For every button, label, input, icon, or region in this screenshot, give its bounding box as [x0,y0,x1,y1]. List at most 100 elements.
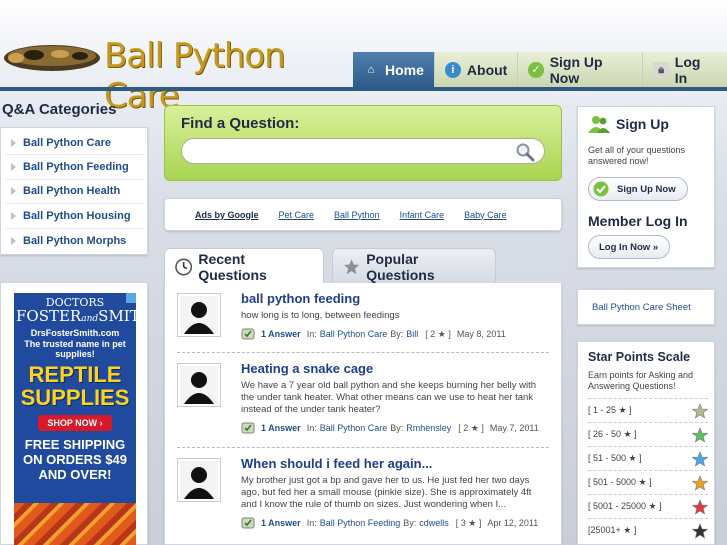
signup-box: Sign Up Get all of your questions answer… [577,106,715,268]
author-points: [ 2 ★ ] [425,328,451,339]
category-item[interactable]: Ball Python Housing [5,204,143,229]
info-icon: i [444,62,461,78]
question-body: We have a 7 year old ball python and she… [241,380,537,415]
answer-count[interactable]: 1 Answer [261,329,301,339]
answer-count[interactable]: 1 Answer [261,423,301,433]
star-levels: [ 1 - 25 ★ ] [ 26 - 50 ★ ] [ 51 - 500 ★ ] [… [588,398,708,542]
chevron-right-icon [11,163,16,172]
star-icon [692,522,708,539]
nav-about[interactable]: i About [433,52,518,88]
question-category-link[interactable]: Ball Python Care [320,423,388,433]
star-level-range: [ 501 - 5000 ★ ] [588,477,652,487]
ad-link[interactable]: Infant Care [400,210,445,220]
category-label: Ball Python Care [23,136,112,149]
question-author-link[interactable]: Rmhensley [406,423,451,433]
find-question-label: Find a Question: [181,115,300,132]
search-icon[interactable] [515,142,535,162]
chevron-right-icon [11,236,16,245]
avatar[interactable] [177,363,221,407]
star-level-range: [ 5001 - 25000 ★ ] [588,501,662,511]
avatar[interactable] [177,293,221,337]
star-level-row: [ 5001 - 25000 ★ ] [588,494,708,518]
nav-signup[interactable]: ✓ Sign Up Now [517,52,643,88]
question-category-link[interactable]: Ball Python Care [320,329,388,339]
categories-list: Ball Python Care Ball Python Feeding Bal… [0,127,148,255]
question-author-link[interactable]: cdwells [419,518,449,528]
question-date: May 7, 2011 [489,423,539,433]
star-icon [692,426,708,443]
category-label: Ball Python Feeding [23,161,129,174]
star-level-range: [ 1 - 25 ★ ] [588,405,632,415]
question-author-link[interactable]: Bill [406,329,418,339]
in-label: In: [306,423,317,433]
users-icon [588,116,610,133]
user-silhouette-icon [180,296,218,334]
by-label: By: [403,518,417,528]
category-item[interactable]: Ball Python Morphs [5,229,143,253]
tab-popular-label: Popular Questions [366,250,435,283]
nav-home-label: Home [385,62,424,78]
ad-choices-icon[interactable] [126,293,136,303]
tab-popular-questions[interactable]: Popular Questions [332,248,496,284]
google-ads-bar: Ads by Google Pet Care Ball Python Infan… [164,198,562,231]
category-item[interactable]: Ball Python Health [5,180,143,205]
ad-banner[interactable]: DOCTORS FOSTERandSMITH DrsFosterSmith.co… [14,293,136,545]
tab-recent-questions[interactable]: Recent Questions [164,248,324,284]
question-meta: 1 Answer In: Ball Python Feeding By: cdw… [241,517,549,529]
author-points: [ 3 ★ ] [455,517,482,528]
question-title[interactable]: When should i feed her again... [241,456,549,471]
question-item: Heating a snake cage We have a 7 year ol… [177,353,549,448]
sidebar-ad: DOCTORS FOSTERandSMITH DrsFosterSmith.co… [0,282,148,545]
signup-title: Sign Up [616,116,669,132]
star-level-row: [ 1 - 25 ★ ] [588,398,708,422]
category-item[interactable]: Ball Python Care [5,131,143,156]
answer-icon [241,422,255,434]
ad-link[interactable]: Ball Python [334,210,380,220]
question-category-link[interactable]: Ball Python Feeding [320,518,401,528]
clock-icon [175,258,193,275]
care-sheet-link[interactable]: Ball Python Care Sheet [577,289,715,325]
star-points-scale: Star Points Scale Earn points for Asking… [577,341,715,545]
check-icon: ✓ [528,62,544,78]
avatar[interactable] [177,458,221,502]
star-level-range: [25001+ ★ ] [588,525,637,535]
star-level-row: [25001+ ★ ] [588,518,708,542]
ad-shop-button[interactable]: SHOP NOW › [38,415,112,431]
star-level-row: [ 26 - 50 ★ ] [588,422,708,446]
signup-now-button[interactable]: Sign Up Now [588,177,688,201]
ad-link[interactable]: Pet Care [279,210,315,220]
answer-count[interactable]: 1 Answer [261,518,301,528]
question-list: ball python feeding how long is to long,… [164,283,562,545]
star-level-row: [ 501 - 5000 ★ ] [588,470,708,494]
question-date: May 8, 2011 [456,329,506,339]
ads-by-google-label[interactable]: Ads by Google [195,210,259,220]
question-title[interactable]: Heating a snake cage [241,361,549,376]
login-now-button[interactable]: Log In Now » [588,235,670,259]
star-scale-title: Star Points Scale [588,350,691,364]
nav-home[interactable]: ⌂ Home [353,52,434,88]
user-silhouette-icon [180,461,218,499]
user-silhouette-icon [180,366,218,404]
question-title[interactable]: ball python feeding [241,291,549,306]
category-label: Ball Python Health [23,185,121,198]
categories-title: Q&A Categories [2,101,117,118]
site-title: Ball Python Care [104,36,286,116]
ad-link[interactable]: Baby Care [464,210,507,220]
nav-login[interactable]: 🔒︎ Log In [642,52,727,88]
category-label: Ball Python Housing [23,209,131,222]
question-meta: 1 Answer In: Ball Python Care By: Rmhens… [241,422,549,434]
site-logo[interactable]: Ball Python Care [0,30,345,116]
by-label: By: [390,329,404,339]
check-icon [593,181,609,197]
ad-reptile-image [14,503,136,545]
signup-text: Get all of your questions answered now! [588,145,686,166]
question-meta: 1 Answer In: Ball Python Care By: Bill [… [241,328,549,340]
star-scale-text: Earn points for Asking and Answering Que… [588,370,694,391]
search-input[interactable] [181,138,545,164]
category-item[interactable]: Ball Python Feeding [5,155,143,180]
main-nav: ⌂ Home i About ✓ Sign Up Now 🔒︎ Log In [353,52,727,88]
star-icon [692,402,708,419]
ad-brand-line2: FOSTER [16,307,82,325]
ad-tagline: The trusted name in pet supplies! [24,339,126,359]
ad-headline2: SUPPLIES [20,385,130,410]
